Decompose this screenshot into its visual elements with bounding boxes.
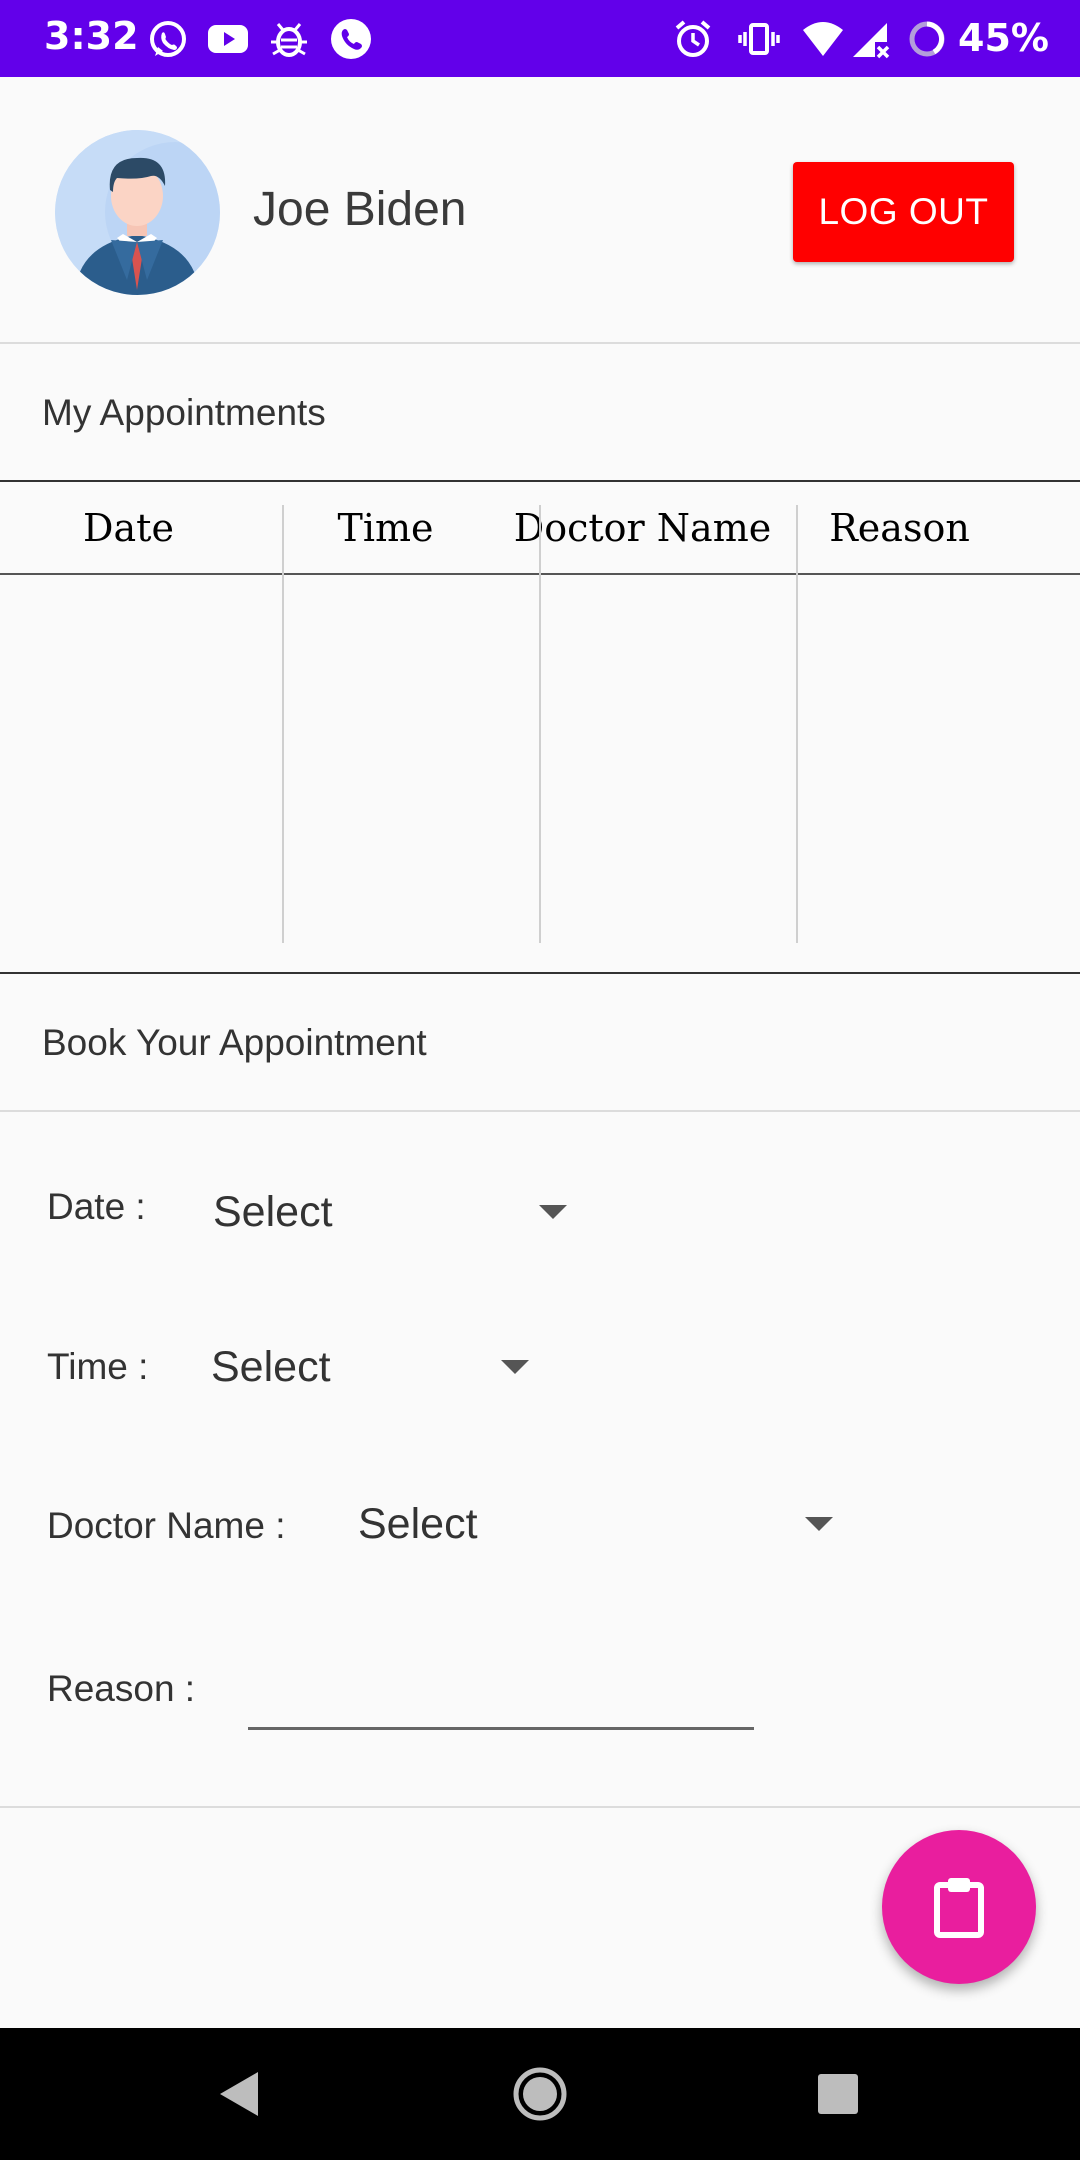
divider	[0, 342, 1080, 344]
profile-header: Joe Biden LOG OUT	[0, 77, 1080, 342]
signal-icon	[853, 23, 890, 59]
doctor-name-select-value: Select	[358, 1500, 478, 1548]
phone-icon	[331, 19, 371, 59]
logout-button[interactable]: LOG OUT	[793, 162, 1014, 262]
reason-input[interactable]	[248, 1680, 754, 1730]
navigation-bar	[0, 2028, 1080, 2160]
time-select[interactable]: Select	[200, 1330, 540, 1410]
divider	[0, 1110, 1080, 1112]
time-label: Time :	[47, 1346, 149, 1387]
my-appointments-title: My Appointments	[42, 392, 326, 433]
vibrate-icon	[738, 23, 780, 55]
battery-percent: 45%	[958, 16, 1049, 60]
column-header-time: Time	[337, 506, 434, 550]
status-bar: 3:32 45%	[0, 0, 1080, 77]
whatsapp-icon	[150, 21, 186, 57]
time-select-value: Select	[211, 1343, 331, 1391]
book-appointment-fab[interactable]	[882, 1830, 1036, 1984]
chevron-down-icon	[539, 1205, 567, 1219]
chevron-down-icon	[805, 1517, 833, 1531]
clipboard-icon	[934, 1878, 984, 1938]
alarm-icon	[675, 20, 711, 57]
back-icon[interactable]	[210, 2064, 270, 2124]
bug-icon	[271, 23, 307, 57]
column-header-date: Date	[83, 506, 174, 550]
column-header-doctor-name: Doctor Name	[513, 506, 772, 550]
column-header-reason: Reason	[829, 506, 970, 550]
wifi-icon	[803, 22, 843, 56]
avatar[interactable]	[55, 130, 220, 295]
appointments-table-body	[0, 576, 1080, 972]
divider	[0, 1806, 1080, 1808]
date-select-value: Select	[213, 1188, 333, 1236]
reason-label: Reason :	[47, 1668, 196, 1709]
book-appointment-title: Book Your Appointment	[42, 1022, 427, 1063]
date-label: Date :	[47, 1186, 146, 1227]
user-name: Joe Biden	[253, 183, 467, 236]
doctor-name-label: Doctor Name :	[47, 1505, 286, 1546]
youtube-icon	[208, 25, 248, 53]
battery-icon	[909, 21, 945, 57]
home-icon[interactable]	[510, 2064, 570, 2124]
doctor-name-select[interactable]: Select	[345, 1487, 845, 1567]
chevron-down-icon	[501, 1360, 529, 1374]
table-bottom-border	[0, 972, 1080, 974]
date-select[interactable]: Select	[200, 1175, 580, 1255]
recents-icon[interactable]	[808, 2064, 868, 2124]
user-avatar-icon	[55, 130, 220, 295]
status-time: 3:32	[44, 14, 139, 58]
